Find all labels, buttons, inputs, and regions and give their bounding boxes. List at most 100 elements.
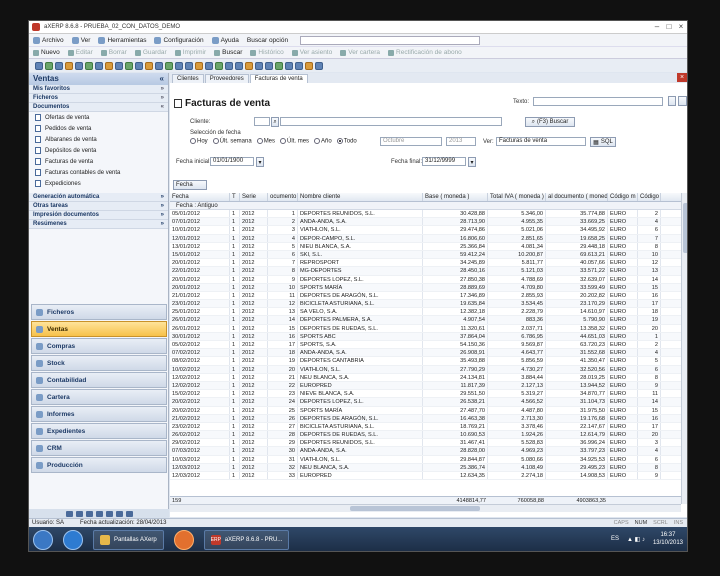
- col-t[interactable]: T: [230, 193, 240, 201]
- shortcut-icon[interactable]: [285, 61, 293, 70]
- calendar-icon[interactable]: ▾: [256, 157, 264, 167]
- nuevo-button[interactable]: Nuevo: [33, 49, 60, 56]
- table-row[interactable]: 21/02/2012 1 2012 26 DEPORTES DE ARAGÓN, S.L…: [170, 414, 681, 423]
- sidebar-item-facturas-contables[interactable]: Facturas contables de venta: [29, 167, 168, 178]
- table-row[interactable]: 13/01/2012 1 2012 5 NIEU BLANCA, S.A. 25.366,…: [170, 242, 681, 251]
- sidebar-section-otras[interactable]: Otras tareas »: [29, 202, 168, 211]
- table-row[interactable]: 26/01/2012 1 2012 14 DEPORTES PALMERA, S.A. 4…: [170, 316, 681, 325]
- rectificacion-button[interactable]: Rectificación de abono: [388, 49, 462, 56]
- fecha-inicial-input[interactable]: 01/01/1900: [210, 157, 254, 166]
- sidebar-section-generacion[interactable]: Generación automática »: [29, 193, 168, 202]
- start-button[interactable]: [33, 530, 53, 550]
- language-indicator[interactable]: ES: [611, 536, 619, 542]
- borrar-button[interactable]: Borrar: [100, 49, 127, 56]
- scroll-thumb[interactable]: [683, 203, 687, 253]
- shortcut-icon[interactable]: [195, 61, 203, 70]
- shortcut-icon[interactable]: [95, 61, 103, 70]
- calendar-icon[interactable]: ▾: [468, 157, 476, 167]
- nav-stock[interactable]: Stock: [31, 355, 167, 371]
- shortcut-icon[interactable]: [65, 61, 73, 70]
- shortcut-icon[interactable]: [265, 61, 273, 70]
- nav-crm[interactable]: CRM: [31, 440, 167, 456]
- shortcut-icon[interactable]: [245, 61, 253, 70]
- shortcut-icon[interactable]: [235, 61, 243, 70]
- shortcut-icon[interactable]: [175, 61, 183, 70]
- nav-mini-icon[interactable]: [125, 510, 133, 517]
- historico-button[interactable]: Histórico: [250, 49, 284, 56]
- buscar-f3-button[interactable]: ⌕ (F3) Buscar: [525, 117, 575, 127]
- nav-mini-icon[interactable]: [115, 510, 123, 517]
- ie-icon[interactable]: [63, 530, 83, 550]
- table-row[interactable]: 26/02/2012 1 2012 28 DEPORTES DE RUEDAS, S.L…: [170, 431, 681, 440]
- vertical-scrollbar[interactable]: [681, 193, 687, 504]
- radio-ult-semana[interactable]: Últ. semana: [212, 138, 252, 145]
- menu-configuracion[interactable]: Configuración: [154, 36, 204, 44]
- texto-go-button[interactable]: [678, 96, 687, 106]
- shortcut-icon[interactable]: [85, 61, 93, 70]
- col-base[interactable]: Base ( moneda ): [423, 193, 488, 201]
- sidebar-section-favoritos[interactable]: Mis favoritos »: [29, 85, 168, 94]
- table-row[interactable]: 12/02/2012 1 2012 22 EUROPRED 11.817,39 2.127,…: [170, 381, 681, 391]
- cliente-code-input[interactable]: [254, 117, 270, 126]
- table-row[interactable]: 20/01/2012 1 2012 7 REPROSPORT 34.245,89 5.811…: [170, 259, 681, 268]
- col-codigo-cliente[interactable]: Código cl: [638, 193, 661, 201]
- shortcut-icon[interactable]: [315, 61, 323, 70]
- nav-contabilidad[interactable]: Contabilidad: [31, 372, 167, 388]
- col-total-documento[interactable]: al documento ( moneda ): [546, 193, 608, 201]
- close-tab-icon[interactable]: ×: [677, 73, 687, 82]
- radio-ult-mes[interactable]: Últ. mes: [280, 138, 309, 145]
- tab-clientes[interactable]: Clientes: [172, 74, 204, 83]
- sidebar-section-documentos[interactable]: Documentos «: [29, 103, 168, 112]
- texto-clear-button[interactable]: [668, 96, 676, 106]
- texto-input[interactable]: [533, 97, 663, 106]
- imprimir-button[interactable]: Imprimir: [174, 49, 206, 56]
- table-row[interactable]: 07/01/2012 1 2012 2 ANDA-ANDA, S.A. 28.713,90…: [170, 218, 681, 227]
- nav-mini-icon[interactable]: [95, 510, 103, 517]
- chevron-up-icon[interactable]: «: [160, 73, 164, 85]
- cliente-lookup-icon[interactable]: ⌕: [271, 117, 279, 127]
- firefox-icon[interactable]: [173, 530, 194, 550]
- menu-ayuda[interactable]: Ayuda: [211, 36, 239, 44]
- sidebar-item-depositos[interactable]: Depósitos de venta: [29, 145, 168, 156]
- table-row[interactable]: 25/01/2012 1 2012 13 SA VELO, S.A. 12.382,18 2…: [170, 308, 681, 317]
- table-row[interactable]: 21/01/2012 1 2012 11 DEPORTES DE ARAGÓN, S.L…: [170, 291, 681, 301]
- guardar-button[interactable]: Guardar: [134, 49, 167, 56]
- nav-mini-icon[interactable]: [105, 510, 113, 517]
- col-nombre-cliente[interactable]: Nombre cliente: [298, 193, 423, 201]
- horizontal-scrollbar[interactable]: [170, 504, 681, 512]
- table-row[interactable]: 20/01/2012 1 2012 9 DEPORTES LOPEZ, S.L. 27.8…: [170, 275, 681, 284]
- table-row[interactable]: 23/01/2012 1 2012 12 BICICLETA ASTURIANA, S.…: [170, 300, 681, 309]
- fecha-final-input[interactable]: 31/12/9999: [422, 157, 466, 166]
- table-row[interactable]: 26/01/2012 1 2012 15 DEPORTES DE RUEDAS, S.L…: [170, 324, 681, 333]
- shortcut-icon[interactable]: [145, 61, 153, 70]
- col-total-iva[interactable]: Total IVA ( moneda ): [488, 193, 546, 201]
- shortcut-icon[interactable]: [55, 61, 63, 70]
- table-row[interactable]: 30/01/2012 1 2012 16 SPORTS ABC 37.864,04 6.78…: [170, 332, 681, 341]
- radio-anio[interactable]: Año: [314, 138, 332, 145]
- shortcut-icon[interactable]: [165, 61, 173, 70]
- sidebar-item-pedidos[interactable]: Pedidos de venta: [29, 123, 168, 134]
- col-documento[interactable]: ocumento: [268, 193, 298, 201]
- table-row[interactable]: 05/01/2012 1 2012 1 DEPORTES REUNIDOS, S.L. 3…: [170, 210, 681, 219]
- nav-expedientes[interactable]: Expedientes: [31, 423, 167, 439]
- table-row[interactable]: 20/02/2012 1 2012 24 DEPORTES LOPEZ, S.L. 26.…: [170, 398, 681, 407]
- shortcut-icon[interactable]: [295, 61, 303, 70]
- shortcut-icon[interactable]: [205, 61, 213, 70]
- taskbar-axerp[interactable]: ERP aXERP 8.6.8 - PRU...: [203, 530, 290, 550]
- table-row[interactable]: 12/03/2012 1 2012 33 EUROPRED 12.634,35 2.274,…: [170, 472, 681, 481]
- shortcut-icon[interactable]: [255, 61, 263, 70]
- mes-select[interactable]: Octubre: [380, 137, 442, 146]
- table-row[interactable]: 23/02/2012 1 2012 27 BICICLETA ASTURIANA, S.…: [170, 422, 681, 432]
- close-window-icon[interactable]: ×: [675, 22, 687, 31]
- table-row[interactable]: 07/02/2012 1 2012 18 ANDA-ANDA, S.A. 26.908,9…: [170, 349, 681, 358]
- table-row[interactable]: 20/02/2012 1 2012 25 SPORTS MARÍA 27.487,70 4.…: [170, 406, 681, 415]
- menu-herramientas[interactable]: Herramientas: [98, 36, 146, 44]
- sidebar-item-facturas[interactable]: Facturas de venta: [29, 156, 168, 167]
- table-row[interactable]: 12/02/2012 1 2012 21 NEU BLANCA, S.A. 24.134,…: [170, 373, 681, 382]
- nav-cartera[interactable]: Cartera: [31, 389, 167, 405]
- table-row[interactable]: 10/03/2012 1 2012 31 VIATHLON, S.L. 29.844,87…: [170, 455, 681, 464]
- menu-ver[interactable]: Ver: [71, 36, 90, 44]
- cliente-name-input[interactable]: [280, 117, 502, 126]
- nav-compras[interactable]: Compras: [31, 338, 167, 354]
- sidebar-section-resumenes[interactable]: Resúmenes »: [29, 220, 168, 229]
